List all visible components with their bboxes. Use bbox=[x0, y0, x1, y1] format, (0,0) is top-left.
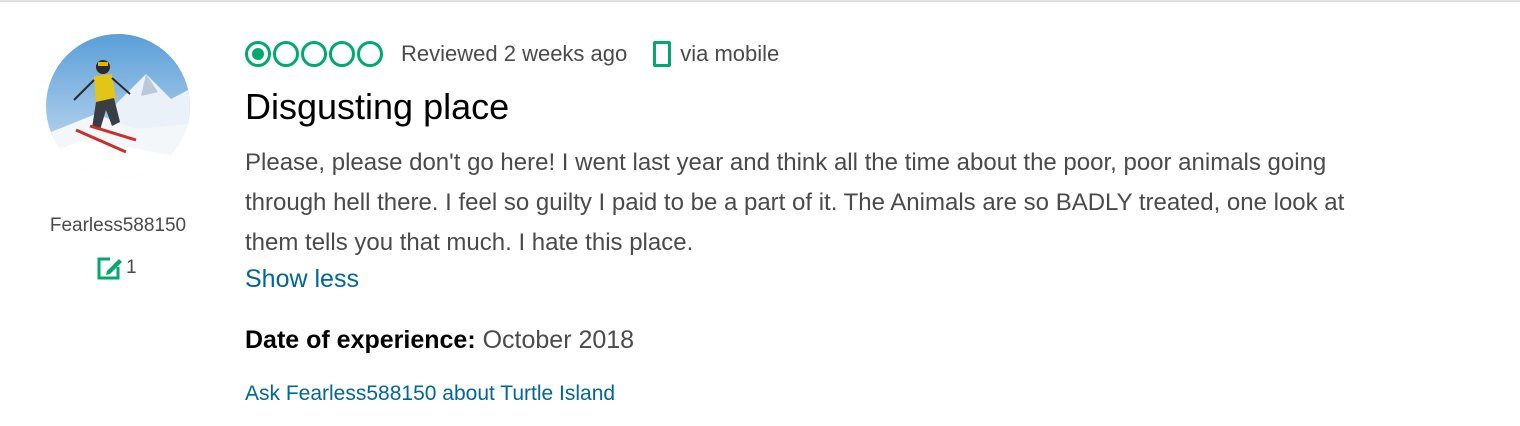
contribution-count-value: 1 bbox=[126, 257, 137, 278]
date-of-experience: Date of experience: October 2018 bbox=[245, 326, 634, 355]
review-body: Please, please don't go here! I went las… bbox=[245, 149, 1345, 256]
ask-reviewer-link[interactable]: Ask Fearless588150 about Turtle Island bbox=[245, 382, 615, 406]
experience-value: October 2018 bbox=[482, 326, 635, 354]
top-divider bbox=[0, 0, 1520, 2]
review-title[interactable]: Disgusting place bbox=[245, 86, 509, 128]
rating-row: Reviewed 2 weeks ago via mobile bbox=[245, 37, 779, 71]
experience-label: Date of experience: bbox=[245, 326, 476, 354]
reviewer-username[interactable]: Fearless588150 bbox=[26, 215, 210, 237]
bubble-rating-icon bbox=[245, 41, 385, 67]
rating-bubble-5 bbox=[357, 41, 383, 67]
rating-bubble-3 bbox=[301, 41, 327, 67]
rating-bubble-1 bbox=[245, 41, 271, 67]
rating-bubble-2 bbox=[273, 41, 299, 67]
contribution-count: 1 bbox=[96, 254, 137, 282]
via-mobile-label: via mobile bbox=[680, 41, 780, 66]
mobile-phone-icon bbox=[653, 41, 672, 67]
review-date: Reviewed 2 weeks ago bbox=[401, 41, 628, 66]
skier-avatar-image bbox=[46, 34, 190, 178]
show-less-link[interactable]: Show less bbox=[245, 265, 359, 294]
edit-note-icon bbox=[97, 257, 122, 280]
rating-bubble-4 bbox=[329, 41, 355, 67]
reviewer-avatar[interactable] bbox=[46, 34, 190, 178]
